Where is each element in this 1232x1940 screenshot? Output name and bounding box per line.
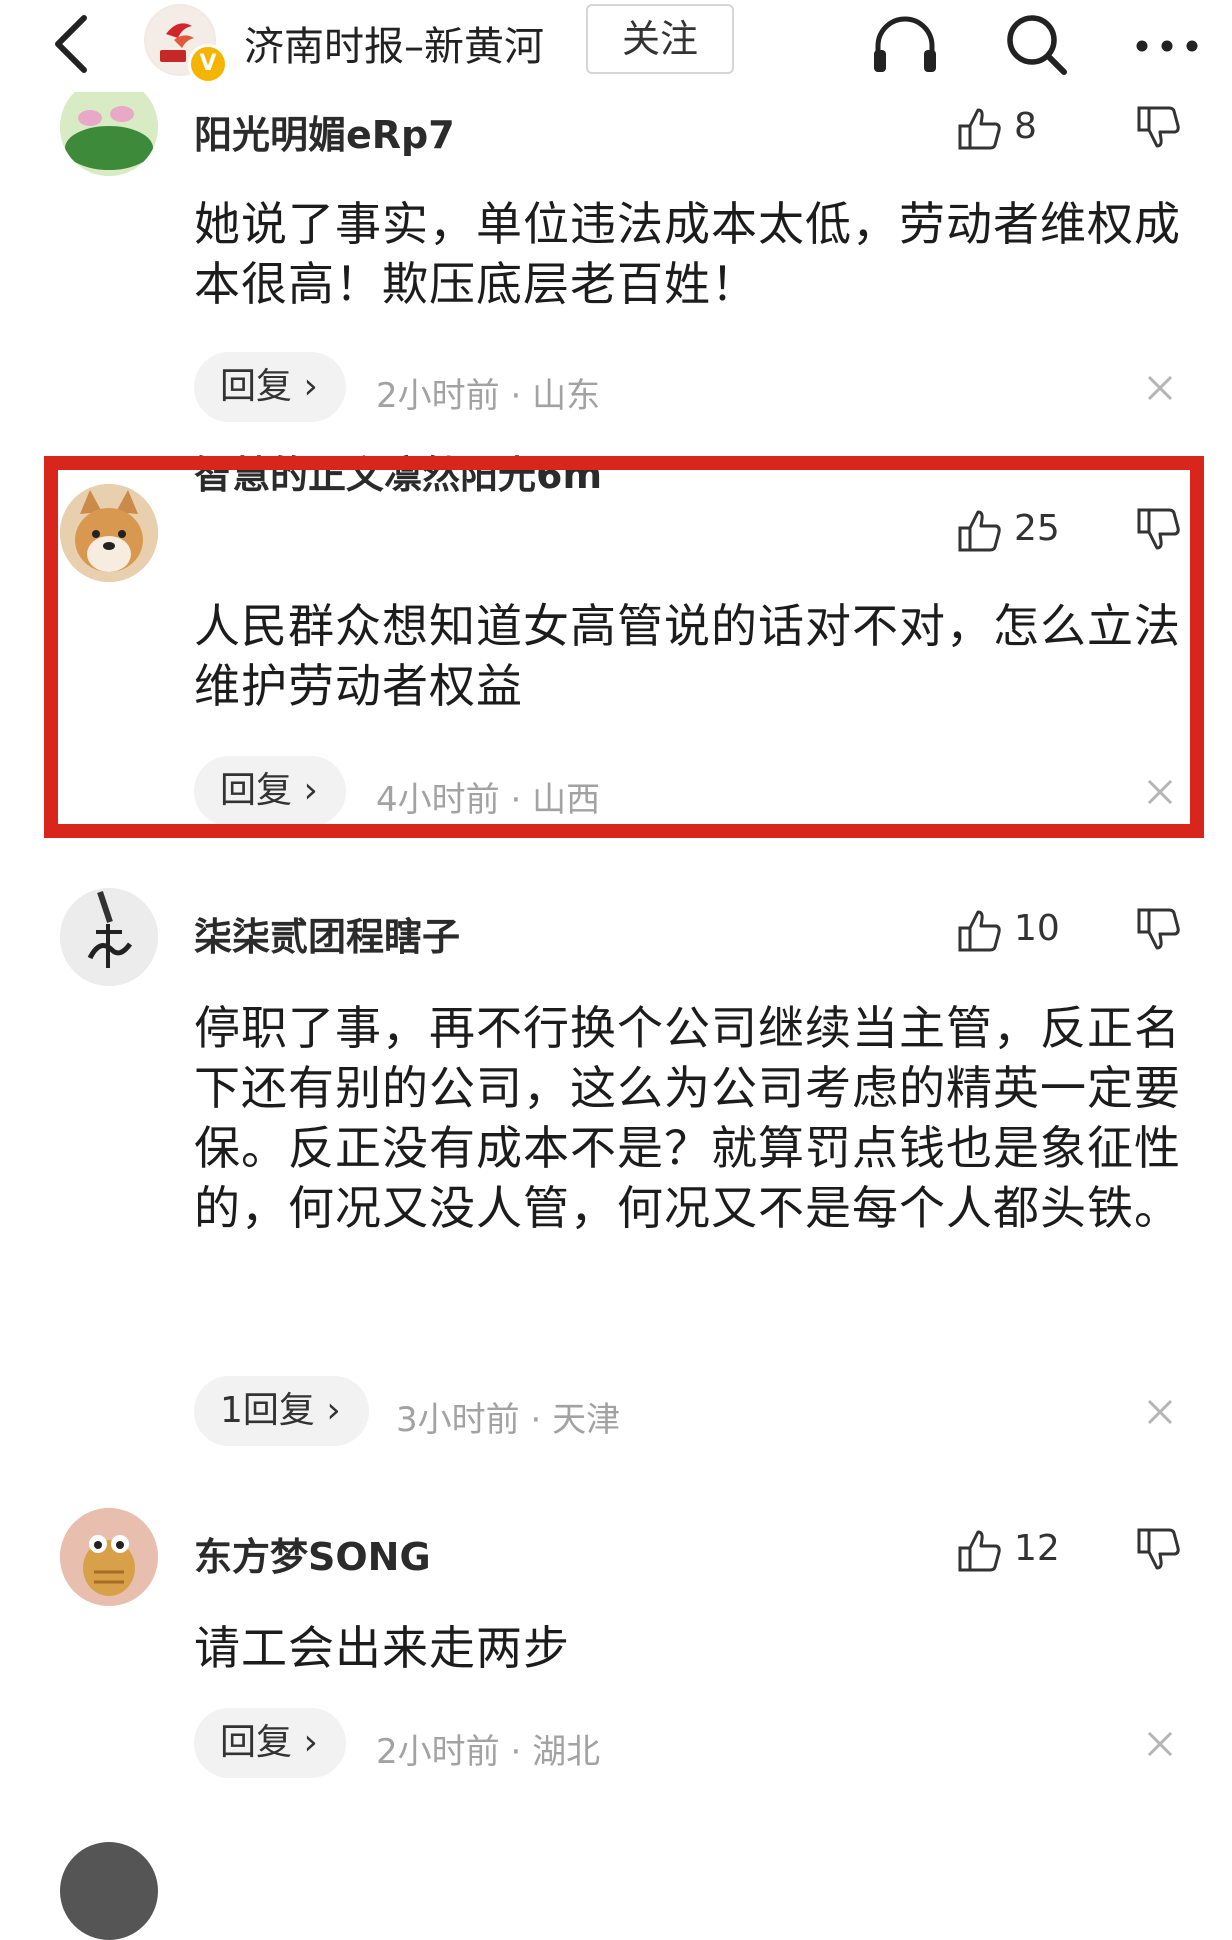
follow-button[interactable]: 关注 — [586, 4, 734, 74]
top-bar: V 济南时报–新黄河 关注 — [0, 0, 1232, 92]
comment-time: 2小时前 — [376, 376, 500, 416]
more-icon[interactable] — [1130, 8, 1204, 80]
lotus-avatar[interactable] — [60, 78, 158, 176]
like-count: 25 — [1014, 508, 1060, 549]
comment-location: 天津 — [552, 1400, 621, 1440]
close-icon[interactable] — [1146, 1398, 1174, 1426]
comment-username[interactable]: 柒柒贰团程瞎子 — [194, 906, 460, 961]
comment-location: 山西 — [532, 780, 601, 820]
chevron-right-icon: › — [303, 366, 318, 407]
comment-time: 3小时前 — [396, 1400, 520, 1440]
like-count: 10 — [1014, 908, 1060, 949]
comment-time: 2小时前 — [376, 1732, 500, 1772]
cartoon-avatar[interactable] — [60, 1508, 158, 1606]
reply-button[interactable]: 回复 › — [194, 1708, 346, 1778]
comment-location: 湖北 — [532, 1732, 601, 1772]
comment-username[interactable]: 东方梦SONG — [194, 1526, 431, 1581]
reply-label: 1回复 — [220, 1390, 315, 1431]
close-icon[interactable] — [1146, 778, 1174, 806]
reply-button[interactable]: 回复 › — [194, 756, 346, 826]
headphones-icon[interactable] — [868, 8, 942, 82]
comment-item: 东方梦SONG 12 请工会出来走两步 回复 › 2小时前 · 湖北 — [0, 1480, 1232, 1820]
thumbs-down-icon[interactable] — [1134, 102, 1184, 152]
back-chevron-icon[interactable] — [44, 8, 104, 80]
thumbs-up-icon[interactable] — [956, 1526, 1004, 1574]
channel-name[interactable]: 济南时报–新黄河 — [244, 14, 544, 72]
thumbs-up-icon[interactable] — [956, 506, 1004, 554]
chevron-right-icon: › — [326, 1390, 341, 1431]
reply-label: 回复 — [220, 1722, 293, 1763]
thumbs-up-icon[interactable] — [956, 906, 1004, 954]
like-count: 8 — [1014, 106, 1037, 147]
comment-username[interactable]: 阳光明媚eRp7 — [194, 104, 455, 159]
chevron-right-icon: › — [303, 770, 318, 811]
comment-text: 她说了事实，单位违法成本太低，劳动者维权成本很高！欺压底层老百姓！ — [194, 197, 1181, 311]
comment-meta: 2小时前 · 山东 — [376, 376, 601, 416]
calligraphy-avatar[interactable] — [60, 888, 158, 986]
thumbs-up-icon[interactable] — [956, 104, 1004, 152]
thumbs-down-icon[interactable] — [1134, 504, 1184, 554]
reply-label: 回复 — [220, 770, 293, 811]
comment-text: 停职了事，再不行换个公司继续当主管，反正名下还有别的公司，这么为公司考虑的精英一… — [194, 1001, 1181, 1235]
comment-item: 智慧的正义凛然阳光6m 25 人民群众想知道女高管说的话对不对，怎么立法维护劳动… — [0, 440, 1232, 840]
comment-meta: 3小时前 · 天津 — [396, 1400, 621, 1440]
comment-meta: 4小时前 · 山西 — [376, 780, 601, 820]
reply-button[interactable]: 1回复 › — [194, 1376, 369, 1446]
comment-text: 人民群众想知道女高管说的话对不对，怎么立法维护劳动者权益 — [194, 599, 1181, 713]
close-icon[interactable] — [1146, 374, 1174, 402]
comment-text: 请工会出来走两步 — [194, 1621, 570, 1675]
comment-location: 山东 — [532, 376, 601, 416]
next-comment-avatar[interactable] — [60, 1842, 158, 1940]
reply-button[interactable]: 回复 › — [194, 352, 346, 422]
shiba-dog-avatar[interactable] — [60, 484, 158, 582]
search-icon[interactable] — [1000, 8, 1072, 80]
chevron-right-icon: › — [303, 1722, 318, 1763]
comment-meta: 2小时前 · 湖北 — [376, 1732, 601, 1772]
cartoon-character-icon — [60, 1508, 158, 1606]
lotus-image-icon — [60, 78, 158, 176]
comment-username[interactable]: 智慧的正义凛然阳光6m — [194, 444, 602, 499]
dog-face-icon — [60, 484, 158, 582]
like-count: 12 — [1014, 1528, 1060, 1569]
thumbs-down-icon[interactable] — [1134, 904, 1184, 954]
close-icon[interactable] — [1146, 1730, 1174, 1758]
comment-time: 4小时前 — [376, 780, 500, 820]
calligraphy-brush-icon — [60, 888, 158, 986]
thumbs-down-icon[interactable] — [1134, 1524, 1184, 1574]
reply-label: 回复 — [220, 366, 293, 407]
verified-badge-icon: V — [188, 44, 228, 84]
comment-item: 柒柒贰团程瞎子 10 停职了事，再不行换个公司继续当主管，反正名下还有别的公司，… — [0, 860, 1232, 1460]
